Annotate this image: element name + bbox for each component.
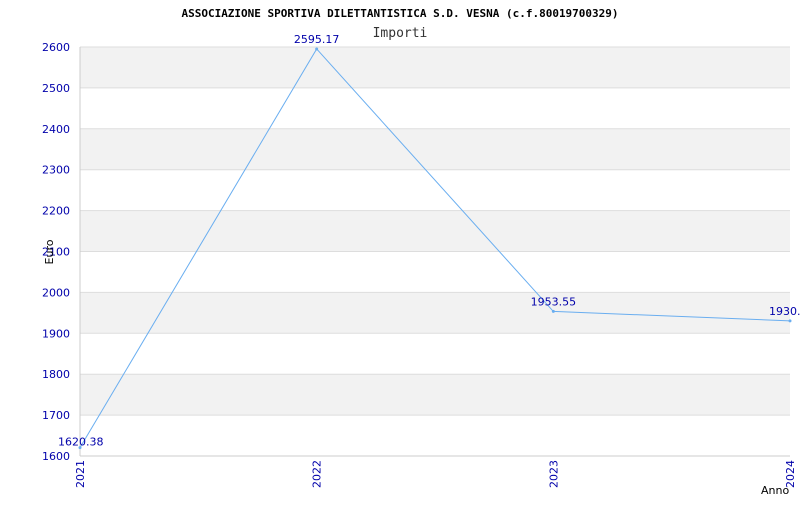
- y-tick-label: 2000: [42, 286, 70, 299]
- y-tick-label: 2500: [42, 82, 70, 95]
- y-tick-label: 1600: [42, 450, 70, 463]
- y-tick-label: 2600: [42, 41, 70, 54]
- y-tick-label: 1800: [42, 368, 70, 381]
- y-tick-label: 2400: [42, 123, 70, 136]
- y-axis-label: Euro: [43, 239, 56, 264]
- x-axis-label: Anno: [761, 484, 789, 497]
- chart-subtitle: Importi: [373, 26, 428, 41]
- grid-band: [80, 128, 790, 170]
- y-tick-label: 2200: [42, 205, 70, 218]
- data-point: [788, 319, 792, 323]
- data-point: [315, 47, 319, 51]
- y-tick-label: 2300: [42, 164, 70, 177]
- y-tick-label: 1900: [42, 327, 70, 340]
- chart-svg: 1600170018001900200021002200230024002500…: [42, 7, 800, 497]
- data-label: 2595.17: [294, 33, 340, 46]
- x-tick-label: 2023: [547, 460, 560, 488]
- data-label: 1620.38: [58, 436, 104, 449]
- x-tick-label: 2022: [311, 460, 324, 488]
- chart-title: ASSOCIAZIONE SPORTIVA DILETTANTISTICA S.…: [181, 7, 618, 20]
- grid-bands: [80, 47, 790, 416]
- grid-band: [80, 292, 790, 334]
- data-point: [551, 309, 555, 313]
- x-tick-labels: 2021 2022 2023 2024: [74, 460, 797, 488]
- grid-band: [80, 47, 790, 88]
- grid-band: [80, 210, 790, 252]
- y-tick-label: 1700: [42, 409, 70, 422]
- data-label: 1953.55: [531, 295, 577, 308]
- grid-band: [80, 374, 790, 416]
- data-label: 1930.4: [769, 305, 800, 318]
- x-tick-label: 2021: [74, 460, 87, 488]
- chart: 1600 1700 1800 1900 2000 2100 2200 2300 2400 2500…: [0, 0, 800, 500]
